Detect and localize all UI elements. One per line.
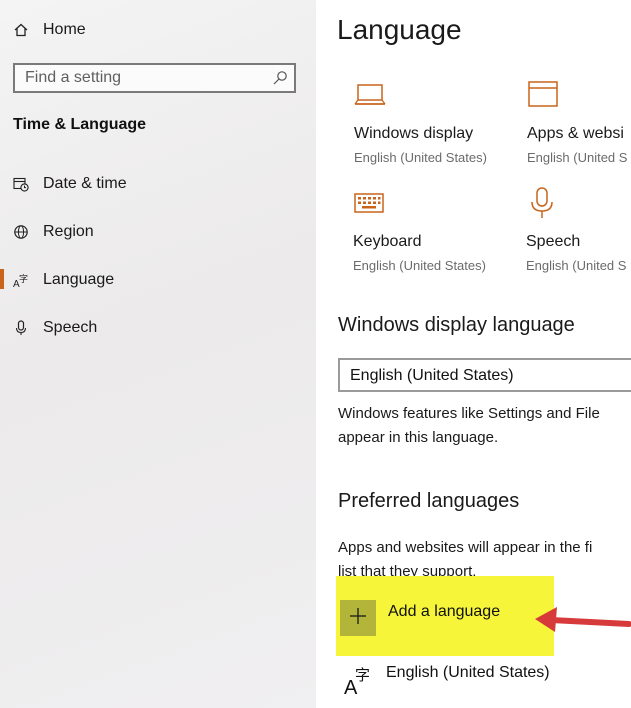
sidebar-item-region[interactable]: Region: [0, 214, 316, 250]
language-icon: A 字: [13, 272, 29, 288]
home-icon: [13, 22, 29, 38]
tile-apps-websites[interactable]: Apps & websi English (United S: [527, 79, 631, 179]
svg-text:字: 字: [355, 666, 370, 684]
display-language-value: English (United States): [350, 367, 514, 384]
description-line: Windows features like Settings and File: [338, 405, 600, 422]
tile-title: Windows display: [354, 125, 474, 142]
tile-title: Apps & websi: [527, 125, 624, 142]
sidebar-item-label: Region: [43, 223, 94, 240]
tile-title: Speech: [526, 233, 581, 250]
display-language-description: Windows features like Settings and File …: [338, 402, 631, 450]
preferred-languages-heading: Preferred languages: [338, 490, 520, 512]
globe-icon: [13, 224, 29, 240]
preferred-language-item[interactable]: A 字 English (United States): [338, 660, 631, 704]
microphone-icon: [13, 320, 29, 336]
language-icon: A 字: [342, 664, 374, 699]
display-language-heading: Windows display language: [338, 314, 575, 336]
sidebar-item-label: Date & time: [43, 175, 127, 192]
add-language-label[interactable]: Add a language: [388, 603, 500, 621]
display-language-select[interactable]: English (United States): [338, 358, 631, 392]
sidebar-item-language[interactable]: A 字 Language: [0, 262, 316, 298]
tile-title: Keyboard: [353, 233, 422, 250]
sidebar-item-label: Language: [43, 271, 115, 288]
red-arrow-icon: [535, 607, 631, 632]
keyboard-icon: [353, 187, 385, 219]
language-name: English (United States): [386, 664, 550, 681]
add-language-button[interactable]: [340, 600, 376, 636]
description-line: appear in this language.: [338, 429, 499, 446]
sidebar-item-speech[interactable]: Speech: [0, 310, 316, 346]
laptop-icon: [354, 79, 386, 111]
tile-subtitle: English (United S: [526, 258, 627, 273]
plus-icon: [348, 606, 368, 631]
home-nav[interactable]: Home: [0, 12, 316, 48]
tile-speech[interactable]: Speech English (United S: [526, 187, 631, 287]
search-input[interactable]: [15, 65, 285, 91]
tile-subtitle: English (United States): [354, 150, 487, 165]
tile-subtitle: English (United S: [527, 150, 628, 165]
sidebar: Home Time & Language Date & time: [0, 0, 316, 708]
calendar-clock-icon: [13, 176, 29, 192]
svg-text:字: 字: [19, 273, 28, 285]
description-line: Apps and websites will appear in the fi: [338, 539, 593, 556]
app-window-icon: [527, 79, 559, 111]
sidebar-item-date-time[interactable]: Date & time: [0, 166, 316, 202]
search-icon[interactable]: [272, 70, 288, 86]
tile-subtitle: English (United States): [353, 258, 486, 273]
search-box: [13, 63, 296, 93]
home-label: Home: [43, 21, 86, 38]
section-title: Time & Language: [13, 116, 147, 133]
microphone-icon: [526, 187, 558, 219]
page-title: Language: [337, 14, 462, 45]
tile-keyboard[interactable]: Keyboard English (United States): [353, 187, 533, 287]
tile-windows-display[interactable]: Windows display English (United States): [354, 79, 534, 179]
sidebar-item-label: Speech: [43, 319, 98, 336]
